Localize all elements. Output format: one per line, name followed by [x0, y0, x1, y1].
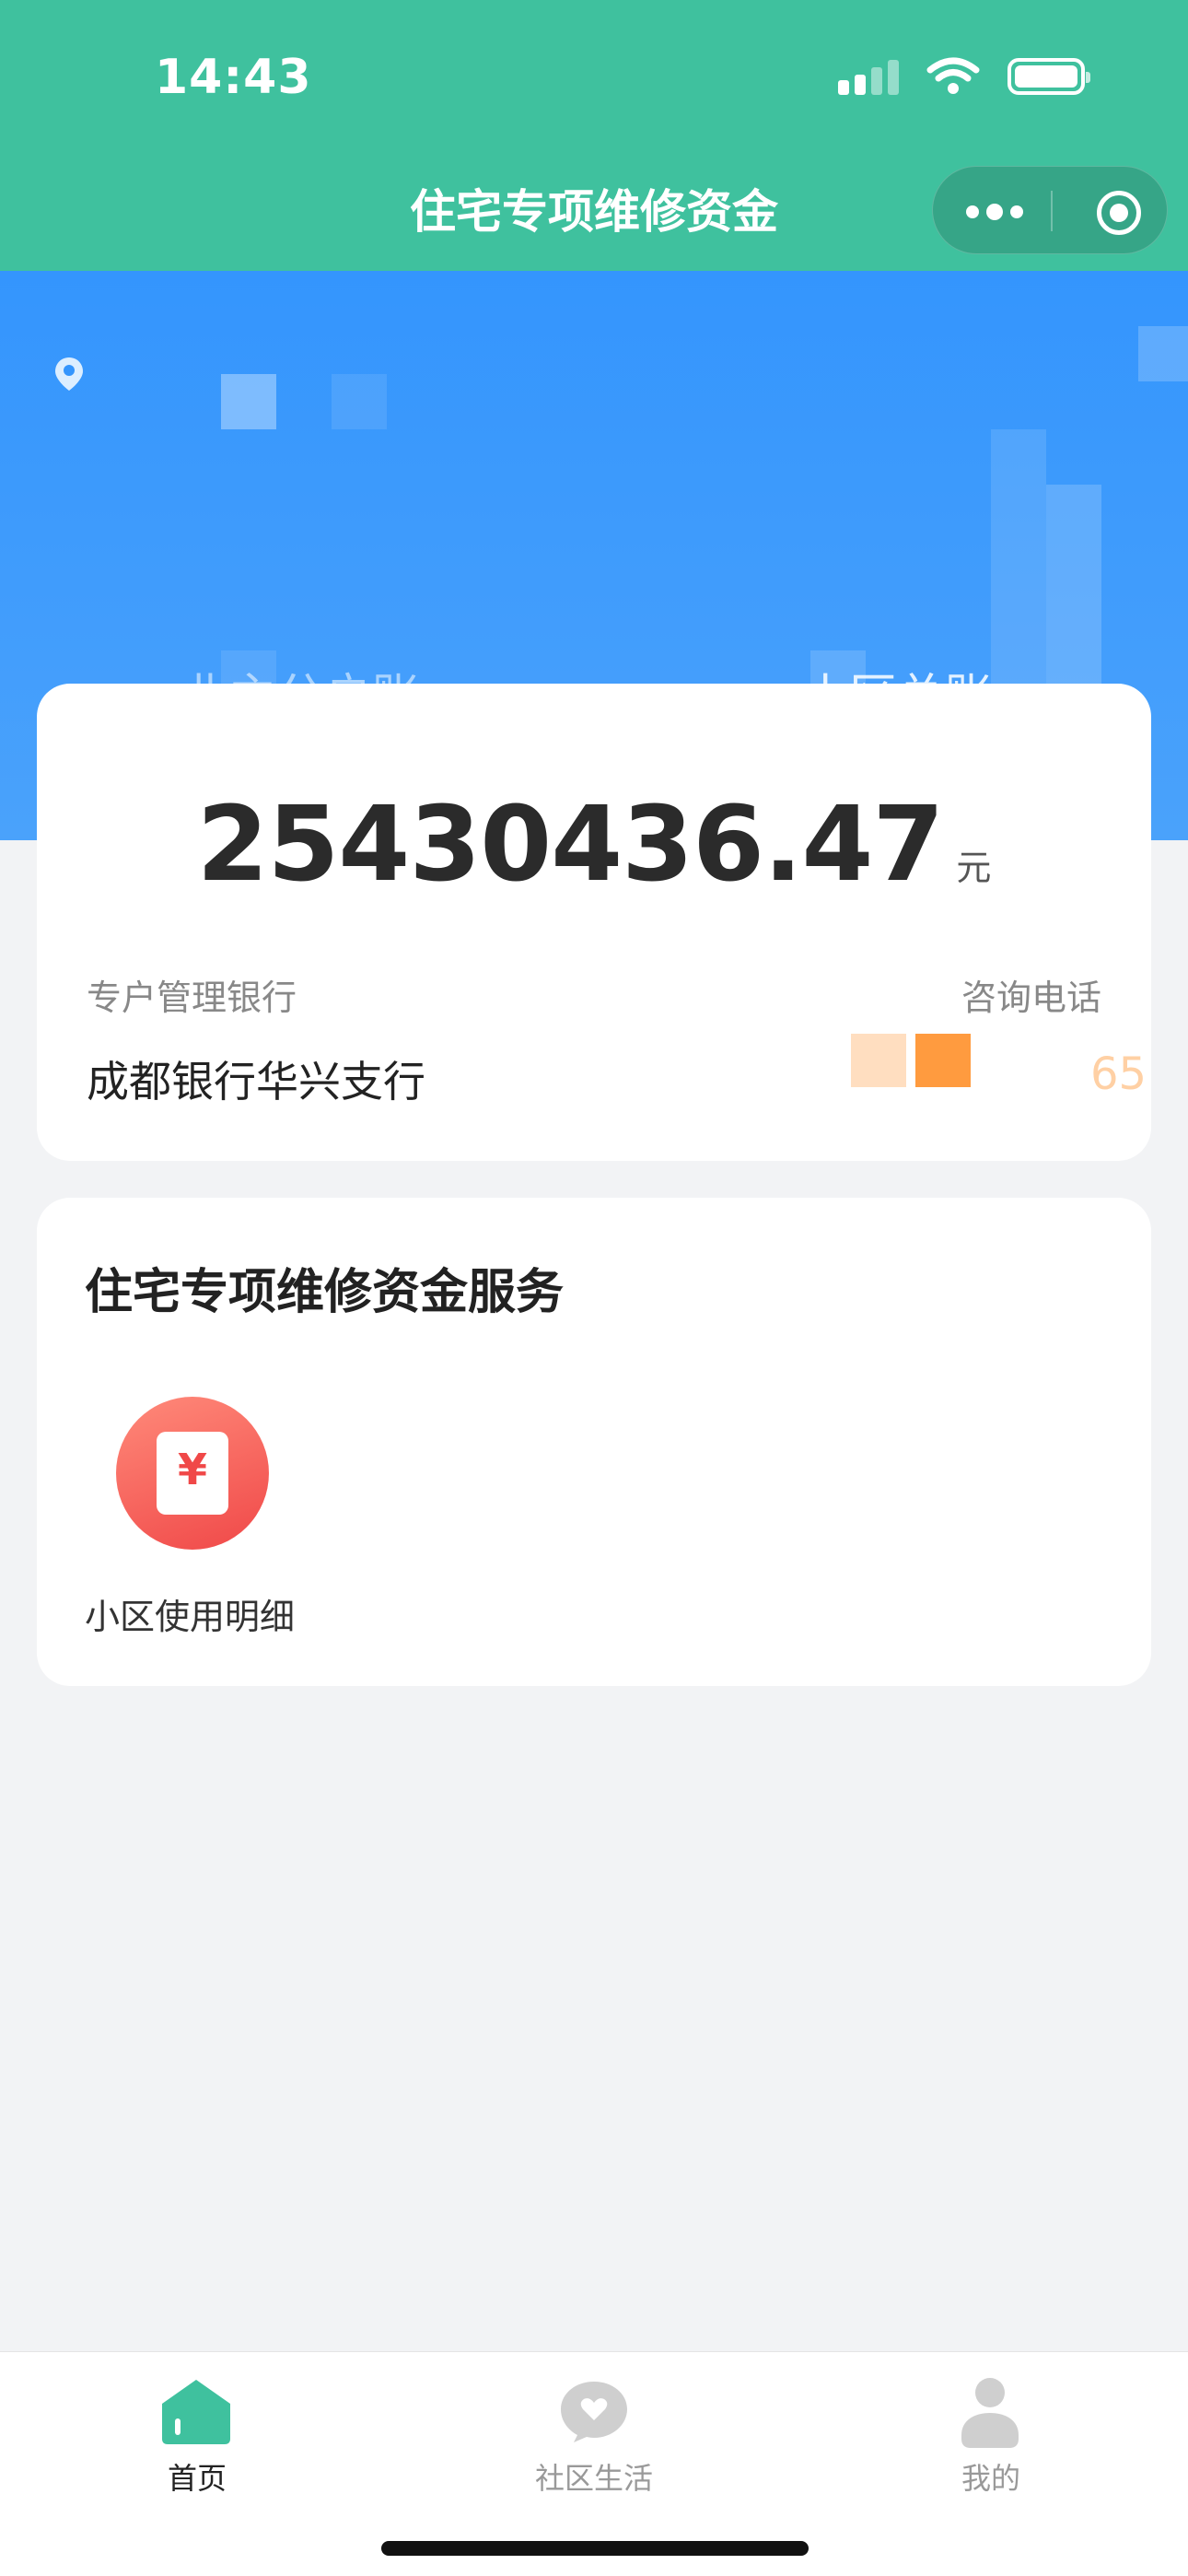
- status-icons: [838, 57, 1090, 96]
- service-community-usage-detail[interactable]: ¥ 小区使用明细: [85, 1397, 306, 1645]
- user-icon: [961, 2378, 1019, 2448]
- close-mini-program-icon[interactable]: [1097, 191, 1141, 235]
- tab-home[interactable]: 首页: [105, 2369, 289, 2496]
- top-bar: 14:43 住宅专项维修资金: [0, 0, 1188, 271]
- app-screen: 14:43 住宅专项维修资金 25430436.47 元 专户管理银行 成都银行…: [0, 0, 1188, 2576]
- services-card: 住宅专项维修资金服务 ¥ 小区使用明细: [37, 1198, 1151, 1686]
- status-time: 14:43: [155, 50, 312, 105]
- balance-card: 25430436.47 元 专户管理银行 成都银行华兴支行 咨询电话 65: [37, 684, 1151, 1161]
- home-icon: [162, 2380, 230, 2444]
- service-label: 小区使用明细: [85, 1597, 296, 1637]
- services-title: 住宅专项维修资金服务: [85, 1265, 565, 1320]
- home-indicator[interactable]: [381, 2541, 809, 2556]
- wifi-icon: [926, 57, 980, 94]
- location-pin-icon: [55, 357, 83, 391]
- battery-icon: [1007, 58, 1090, 95]
- tab-community-life[interactable]: 社区生活: [502, 2369, 686, 2496]
- balance-amount: 25430436.47: [196, 785, 945, 905]
- tab-mine[interactable]: 我的: [899, 2369, 1083, 2496]
- heart-chat-icon: [561, 2382, 627, 2442]
- bank-value: 成都银行华兴支行: [87, 1057, 425, 1107]
- cellular-signal-icon: [838, 58, 899, 95]
- bank-label: 专户管理银行: [87, 978, 297, 1018]
- phone-value[interactable]: 65: [823, 1034, 1147, 1100]
- phone-label: 咨询电话: [961, 978, 1101, 1018]
- more-menu-icon[interactable]: [966, 204, 1023, 220]
- balance-unit: 元: [956, 848, 992, 888]
- receipt-yuan-icon: ¥: [116, 1397, 269, 1550]
- mini-program-capsule: [932, 166, 1168, 254]
